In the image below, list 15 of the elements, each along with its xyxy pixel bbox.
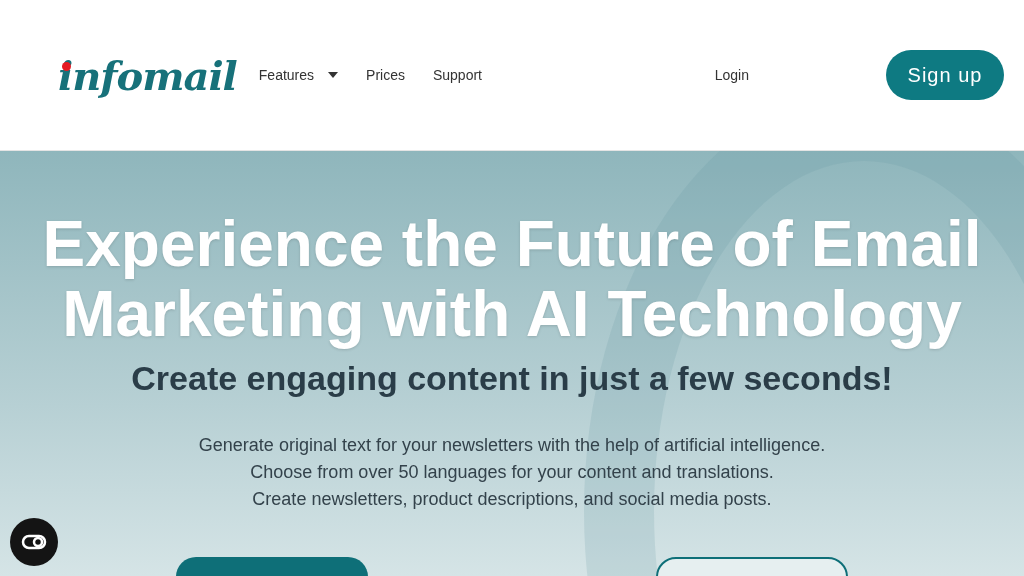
logo-dot-icon xyxy=(62,61,71,71)
hero-title: Marketing with AI Technology xyxy=(62,279,963,349)
hero-text: Create newsletters, product descriptions, and social media posts. xyxy=(252,488,772,511)
nav-link[interactable]: Prices xyxy=(366,67,405,83)
toggle-icon xyxy=(21,534,47,550)
logo[interactable]: infomail xyxy=(58,51,237,99)
caret-icon xyxy=(328,72,339,78)
hero-subtitle: Create engaging content in just a few seconds! xyxy=(131,359,893,398)
nav-link[interactable]: Features xyxy=(258,67,339,83)
nav-link[interactable]: Support xyxy=(432,67,482,83)
hero-title: Experience the Future of Email xyxy=(42,209,982,279)
hero-text: Choose from over 50 languages for your content and translations. xyxy=(250,461,774,484)
login-link[interactable]: Login xyxy=(714,67,749,83)
hero-text: Generate original text for your newsletters with the help of artificial intelligence. xyxy=(198,434,826,457)
sign-up-button[interactable]: Sign up xyxy=(886,50,1004,100)
